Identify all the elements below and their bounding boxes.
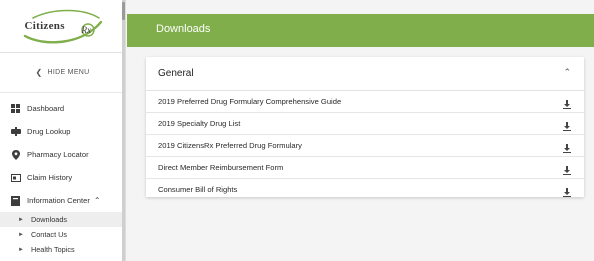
sidebar-scrollbar-thumb[interactable] [122,2,125,20]
citizensrx-logo[interactable]: Citizens Rx [19,6,107,46]
chevron-left-icon: ❮ [35,68,43,77]
sidebar-item-information-center[interactable]: Information Center ⌃ [0,189,125,212]
sidebar-subitem-label: Contact Us [30,230,68,239]
sidebar-item-claim-history[interactable]: Claim History [0,166,125,189]
download-icon[interactable] [563,118,571,136]
sidebar-item-label: Pharmacy Locator [27,150,89,159]
file-link[interactable]: Direct Member Reimbursement Form [158,163,283,172]
card-icon [10,173,21,182]
download-row[interactable]: 2019 Specialty Drug List [146,113,584,135]
chevron-up-icon[interactable]: ⌃ [563,67,571,78]
download-icon[interactable] [563,162,571,180]
chevron-up-icon: ⌃ [93,196,101,205]
section-title: General [158,68,194,79]
sidebar-subitem-label: Downloads [30,215,68,224]
logo-rx: Rx [81,25,92,35]
file-link[interactable]: 2019 CitizensRx Preferred Drug Formulary [158,141,302,150]
download-row[interactable]: Consumer Bill of Rights [146,179,584,200]
pill-icon [10,127,21,136]
download-row[interactable]: 2019 CitizensRx Preferred Drug Formulary [146,135,584,157]
sidebar-item-label: Dashboard [27,104,65,113]
page-title: Downloads [156,23,211,35]
download-icon[interactable] [563,140,571,158]
sidebar-item-label: Drug Lookup [27,127,71,136]
logo-wordmark: Citizens [24,20,65,32]
sidebar-item-dashboard[interactable]: Dashboard [0,97,125,120]
sidebar-subitem-health-topics[interactable]: ► Health Topics [0,242,125,257]
dashboard-icon [10,104,21,113]
download-row[interactable]: 2019 Preferred Drug Formulary Comprehens… [146,91,584,113]
panel-header[interactable]: General ⌃ [146,57,584,91]
hide-menu-button[interactable]: ❮ HIDE MENU [0,53,125,93]
sidebar-scrollbar[interactable] [122,0,125,261]
download-icon[interactable] [563,96,571,114]
file-link[interactable]: 2019 Preferred Drug Formulary Comprehens… [158,97,341,106]
downloads-panel: General ⌃ 2019 Preferred Drug Formulary … [146,57,584,197]
sidebar: Citizens Rx ❮ HIDE MENU Dashboard Drug L… [0,0,126,261]
file-link[interactable]: Consumer Bill of Rights [158,185,237,194]
download-row[interactable]: Direct Member Reimbursement Form [146,157,584,179]
sidebar-item-drug-lookup[interactable]: Drug Lookup [0,120,125,143]
chevron-right-icon: ► [18,231,24,238]
sidebar-subitem-downloads[interactable]: ► Downloads [0,212,125,227]
download-icon[interactable] [563,184,571,202]
page-header: Downloads [127,14,594,47]
chevron-right-icon: ► [18,246,24,253]
sidebar-item-label: Information Center [27,196,90,205]
sidebar-subitem-label: Health Topics [30,245,75,254]
sidebar-subitem-contact-us[interactable]: ► Contact Us [0,227,125,242]
location-pin-icon [10,149,21,160]
chevron-right-icon: ► [18,216,24,223]
sidebar-item-pharmacy-locator[interactable]: Pharmacy Locator [0,143,125,166]
book-icon [10,195,21,206]
sidebar-item-label: Claim History [27,173,73,182]
hide-menu-label: HIDE MENU [47,69,90,76]
file-link[interactable]: 2019 Specialty Drug List [158,119,240,128]
logo-area: Citizens Rx [0,0,125,53]
